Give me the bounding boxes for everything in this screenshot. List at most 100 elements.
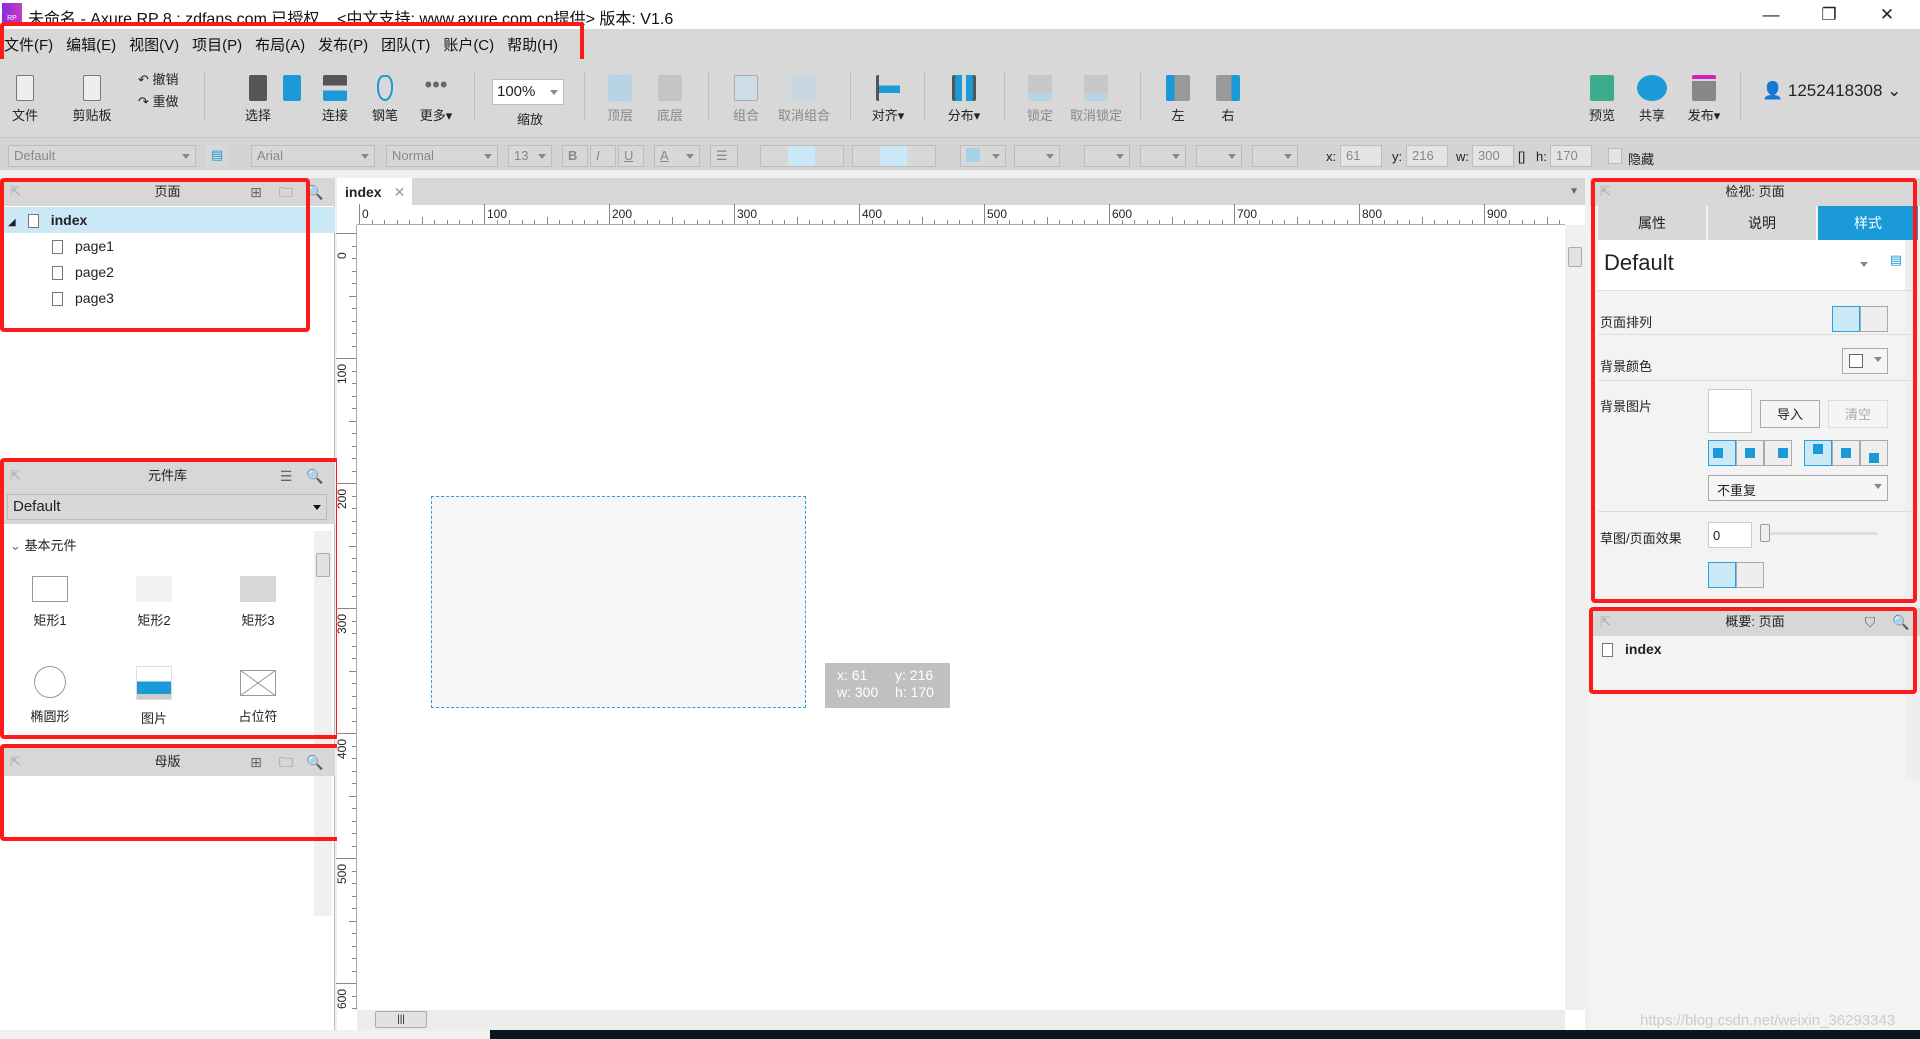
collapse-triangle-icon[interactable]: ◢: [8, 217, 16, 228]
tab-style[interactable]: 样式: [1818, 206, 1918, 240]
italic-button[interactable]: I: [590, 145, 616, 167]
font-family-select[interactable]: Arial: [251, 145, 375, 167]
page-item-index[interactable]: ◢ index: [0, 207, 335, 233]
font-weight-select[interactable]: Normal: [386, 145, 498, 167]
publish-button[interactable]: 发布▾: [1682, 59, 1726, 124]
align-button[interactable]: 对齐▾: [866, 59, 910, 124]
hide-checkbox[interactable]: [1608, 148, 1622, 164]
arrow-style-button[interactable]: [1252, 145, 1298, 167]
widget-placeholder[interactable]: 占位符: [218, 666, 298, 725]
file-button[interactable]: 文件: [8, 59, 42, 124]
lock-button[interactable]: 锁定: [1020, 59, 1060, 124]
bg-align-top[interactable]: [1804, 440, 1832, 466]
vertical-scrollbar[interactable]: [1565, 225, 1585, 1010]
lock-aspect-icon[interactable]: []: [1518, 149, 1525, 164]
menu-view[interactable]: 视图(V): [129, 34, 179, 55]
menu-help[interactable]: 帮助(H): [507, 34, 558, 55]
search-icon[interactable]: 🔍: [1892, 614, 1909, 630]
y-input[interactable]: 216: [1406, 145, 1448, 167]
line-style-button[interactable]: [1196, 145, 1242, 167]
tab-properties[interactable]: 属性: [1598, 206, 1706, 240]
menu-file[interactable]: 文件(F): [4, 34, 53, 55]
fill-color-button[interactable]: [960, 145, 1006, 167]
widget-image[interactable]: 图片: [114, 666, 194, 727]
page-item[interactable]: page1: [0, 233, 114, 259]
grayscale-mode-button[interactable]: [1736, 562, 1764, 588]
clear-button[interactable]: 清空: [1828, 400, 1888, 428]
tab-dropdown-icon[interactable]: ▼: [1569, 186, 1579, 197]
send-to-back-button[interactable]: 底层: [650, 59, 690, 124]
bg-align-middle[interactable]: [1832, 440, 1860, 466]
add-folder-icon[interactable]: 🗀: [278, 184, 294, 200]
widget-style-select[interactable]: Default: [8, 145, 196, 167]
connect-button[interactable]: 连接: [318, 59, 352, 124]
menu-team[interactable]: 团队(T): [381, 34, 430, 55]
widget-rectangle2[interactable]: 矩形2: [114, 576, 194, 629]
search-icon[interactable]: 🔍: [306, 754, 323, 770]
add-folder-icon[interactable]: 🗀: [278, 754, 294, 770]
tab-index[interactable]: index ✕: [337, 178, 412, 205]
width-input[interactable]: 300: [1472, 145, 1514, 167]
font-color-button[interactable]: A: [654, 145, 700, 167]
line-color-button[interactable]: [1084, 145, 1130, 167]
sketch-slider[interactable]: [1760, 524, 1878, 542]
pin-icon[interactable]: ⇱: [1600, 608, 1611, 636]
widget-ellipse[interactable]: 椭圆形: [10, 666, 90, 725]
color-mode-button[interactable]: [1708, 562, 1736, 588]
left-panel-toggle[interactable]: 左: [1160, 59, 1196, 124]
search-icon[interactable]: 🔍: [306, 468, 323, 484]
close-tab-icon[interactable]: ✕: [394, 184, 406, 200]
minimize-button[interactable]: —: [1748, 2, 1794, 28]
menu-project[interactable]: 项目(P): [192, 34, 242, 55]
bg-align-center[interactable]: [1736, 440, 1764, 466]
align-left-button[interactable]: [1832, 306, 1860, 332]
menu-edit[interactable]: 编辑(E): [66, 34, 116, 55]
x-input[interactable]: 61: [1340, 145, 1382, 167]
clipboard-button[interactable]: 剪贴板: [70, 59, 114, 124]
horizontal-scrollbar[interactable]: |||: [357, 1010, 1565, 1030]
page-style-select[interactable]: Default ▤: [1598, 240, 1908, 290]
height-input[interactable]: 170: [1550, 145, 1592, 167]
unlock-button[interactable]: 取消锁定: [1068, 59, 1124, 124]
user-account-menu[interactable]: 👤 1252418308 ⌄: [1762, 81, 1912, 101]
widget-rectangle1[interactable]: 矩形1: [10, 576, 90, 629]
pin-icon[interactable]: ⇱: [10, 462, 21, 490]
line-width-button[interactable]: [1140, 145, 1186, 167]
outline-item-index[interactable]: index: [1590, 636, 1662, 662]
zoom-select[interactable]: 100%: [492, 79, 564, 105]
library-group-basic[interactable]: ⌄ 基本元件: [10, 535, 77, 554]
widget-rectangle3[interactable]: 矩形3: [218, 576, 298, 629]
right-panel-toggle[interactable]: 右: [1210, 59, 1246, 124]
bg-align-left[interactable]: [1708, 440, 1736, 466]
more-button[interactable]: ••• 更多▾: [416, 59, 456, 124]
redo-button[interactable]: ↷ 重做: [138, 91, 188, 110]
font-size-select[interactable]: 13: [508, 145, 552, 167]
inspector-scrollbar[interactable]: [1905, 240, 1920, 780]
horizontal-align-group[interactable]: [760, 145, 844, 167]
align-center-button[interactable]: [1860, 306, 1888, 332]
select-button[interactable]: 选择: [222, 59, 294, 124]
add-page-icon[interactable]: ⊞: [248, 184, 264, 200]
filter-icon[interactable]: ⛉: [1862, 614, 1878, 630]
menu-icon[interactable]: ☰: [278, 468, 294, 484]
ungroup-button[interactable]: 取消组合: [774, 59, 834, 124]
sketch-value-input[interactable]: 0: [1708, 522, 1752, 548]
selected-rectangle-widget[interactable]: [431, 496, 806, 708]
page-item[interactable]: page2: [0, 259, 114, 285]
bold-button[interactable]: B: [562, 145, 588, 167]
pin-icon[interactable]: ⇱: [10, 178, 21, 206]
shadow-button[interactable]: [1014, 145, 1060, 167]
style-edit-icon[interactable]: ▤: [206, 145, 228, 167]
style-edit-icon[interactable]: ▤: [1890, 252, 1902, 268]
bg-align-right[interactable]: [1764, 440, 1792, 466]
restore-button[interactable]: ❐: [1806, 2, 1852, 28]
menu-publish[interactable]: 发布(P): [318, 34, 368, 55]
distribute-button[interactable]: 分布▾: [942, 59, 986, 124]
bullet-list-button[interactable]: ☰: [710, 145, 738, 167]
pen-button[interactable]: 钢笔: [368, 59, 402, 124]
page-item[interactable]: page3: [0, 285, 114, 311]
preview-button[interactable]: 预览: [1582, 59, 1622, 124]
pin-icon[interactable]: ⇱: [10, 748, 21, 776]
close-button[interactable]: ✕: [1864, 2, 1910, 28]
import-button[interactable]: 导入: [1760, 400, 1820, 428]
